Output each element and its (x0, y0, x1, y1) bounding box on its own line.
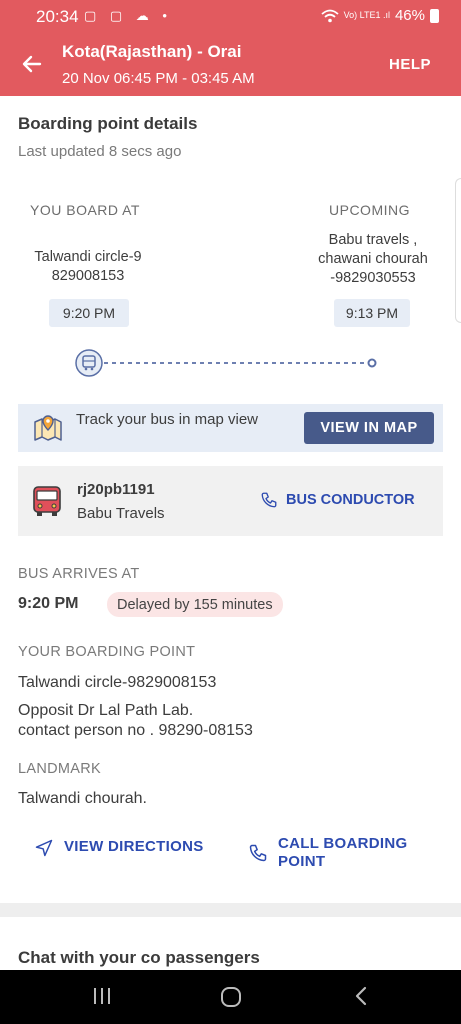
help-button[interactable]: HELP (389, 56, 431, 73)
battery-icon (430, 8, 439, 23)
back-nav-icon[interactable] (350, 984, 372, 1008)
phone-icon (261, 492, 277, 508)
you-board-line1: Talwandi circle-9 (34, 249, 142, 265)
upcoming-heading: UPCOMING (329, 202, 410, 218)
navigation-arrow-icon (35, 839, 53, 857)
home-icon[interactable] (218, 984, 244, 1010)
track-map-text: Track your bus in map view (76, 411, 259, 428)
upcoming-line2: chawani chourah (318, 251, 428, 267)
delay-badge: Delayed by 155 minutes (107, 592, 283, 617)
bus-conductor-label: BUS CONDUCTOR (286, 492, 415, 508)
track-map-card: Track your bus in map view VIEW IN MAP (18, 404, 443, 452)
status-right: Vo) LTE1 .ıl 46% (321, 7, 439, 24)
status-bar: 20:34 ▢ ▢ ☁ • Vo) LTE1 .ıl 46% (0, 0, 461, 34)
status-time: 20:34 (36, 7, 79, 26)
route-datetime: 20 Nov 06:45 PM - 03:45 AM (62, 70, 255, 87)
upcoming-line1: Babu travels , (328, 232, 418, 248)
view-in-map-button[interactable]: VIEW IN MAP (304, 412, 434, 444)
notification-icons: ▢ ▢ ☁ • (84, 8, 172, 23)
you-board-line2: 829008153 (51, 268, 125, 284)
bus-info-card: rj20pb1191 Babu Travels BUS CONDUCTOR (18, 466, 443, 536)
landmark-label: LANDMARK (18, 761, 101, 777)
back-arrow-icon[interactable] (20, 52, 44, 76)
app-header: 20:34 ▢ ▢ ☁ • Vo) LTE1 .ıl 46% Kota(Raja… (0, 0, 461, 96)
upcoming-stop: Babu travels , chawani chourah -98290305… (300, 231, 446, 288)
upcoming-time: 9:13 PM (334, 299, 410, 327)
bus-icon (33, 486, 61, 516)
map-pin-icon (34, 415, 62, 441)
section-title: Boarding point details (18, 114, 198, 133)
arrival-time: 9:20 PM (18, 595, 79, 612)
boarding-point-name: Talwandi circle-9829008153 (18, 674, 217, 691)
chat-section-title[interactable]: Chat with your co passengers (18, 948, 260, 968)
boarding-address-line1: Opposit Dr Lal Path Lab. (18, 702, 194, 719)
boarding-address-line2: contact person no . 98290-08153 (18, 722, 253, 739)
you-board-heading: YOU BOARD AT (30, 202, 140, 218)
bus-arrives-label: BUS ARRIVES AT (18, 566, 140, 582)
you-board-time: 9:20 PM (49, 299, 129, 327)
route-title: Kota(Rajasthan) - Orai (62, 42, 242, 61)
bus-operator: Babu Travels (77, 505, 165, 522)
system-navigation-bar (0, 970, 461, 1024)
wifi-icon (321, 9, 339, 22)
battery-level: 46% (394, 7, 425, 24)
bus-progress-timeline (75, 349, 377, 377)
call-boarding-line1: CALL BOARDING (278, 835, 408, 852)
bus-number: rj20pb1191 (77, 481, 155, 498)
boarding-point-label: YOUR BOARDING POINT (18, 644, 196, 660)
you-board-stop: Talwandi circle-9 829008153 (14, 248, 162, 286)
section-divider (0, 903, 461, 917)
phone-icon (249, 844, 267, 862)
call-boarding-line2: POINT (278, 853, 326, 870)
call-boarding-label: CALL BOARDING POINT (278, 835, 407, 871)
view-directions-label: VIEW DIRECTIONS (64, 838, 204, 855)
view-directions-button[interactable]: VIEW DIRECTIONS (34, 838, 204, 858)
horizontal-scroll-indicator (455, 178, 461, 323)
network-indicator: Vo) LTE1 .ıl (343, 10, 390, 20)
landmark-value: Talwandi chourah. (18, 790, 147, 807)
recent-apps-icon[interactable] (90, 984, 114, 1008)
bus-conductor-button[interactable]: BUS CONDUCTOR (260, 491, 415, 509)
upcoming-line3: -9829030553 (330, 270, 416, 286)
call-boarding-point-button[interactable]: CALL BOARDING POINT (248, 835, 407, 871)
last-updated-text: Last updated 8 secs ago (18, 143, 182, 160)
